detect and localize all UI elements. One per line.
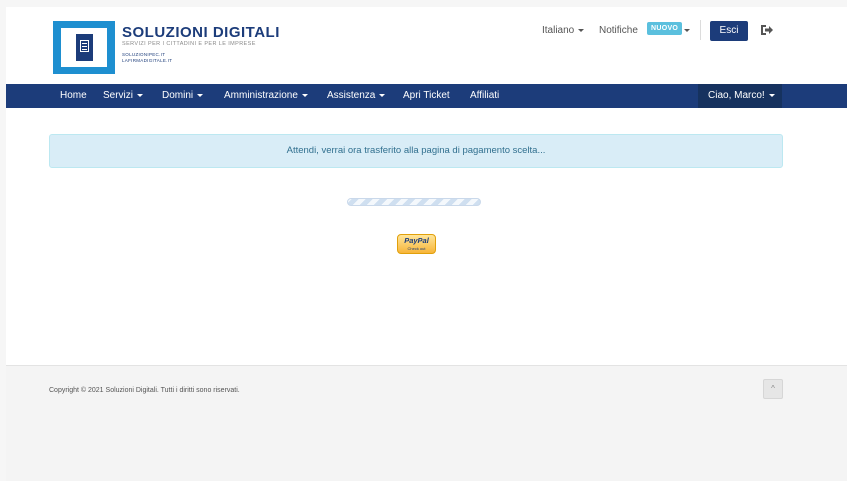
nav-label: Amministrazione xyxy=(224,90,298,101)
redirect-alert: Attendi, verrai ora trasferito alla pagi… xyxy=(49,134,783,168)
nav-servizi[interactable]: Servizi xyxy=(103,84,144,108)
paypal-logo-text: PayPal xyxy=(404,236,429,245)
brand-title: SOLUZIONI DIGITALI xyxy=(122,24,280,41)
paypal-checkout-button[interactable]: PayPal Check out xyxy=(397,234,436,254)
nav-amministrazione[interactable]: Amministrazione xyxy=(224,84,308,108)
notifications-link[interactable]: Notifiche xyxy=(599,25,638,36)
main-nav: Home Servizi Domini Amministrazione Assi… xyxy=(6,84,847,108)
footer: Copyright © 2021 Soluzioni Digitali. Tut… xyxy=(6,365,847,481)
paypal-checkout-text: Check out xyxy=(407,246,426,251)
logo[interactable] xyxy=(53,21,115,74)
chevron-down-icon xyxy=(301,93,308,97)
document-icon xyxy=(76,34,93,61)
notifications-badge: NUOVO xyxy=(647,22,683,35)
notifications-dropdown[interactable] xyxy=(680,25,690,36)
chevron-down-icon xyxy=(684,28,690,32)
back-to-top-button[interactable]: ^ xyxy=(763,379,783,399)
nav-label: Servizi xyxy=(103,90,134,101)
chevron-down-icon xyxy=(578,28,585,32)
nav-label: Home xyxy=(60,90,87,101)
nav-domini[interactable]: Domini xyxy=(162,84,204,108)
brand-link-pec[interactable]: SOLUZIONIPEC.IT xyxy=(122,52,165,57)
notifications-label: Notifiche xyxy=(599,25,638,36)
copyright-text: Copyright © 2021 Soluzioni Digitali. Tut… xyxy=(49,387,240,394)
logout-button[interactable]: Esci xyxy=(710,21,748,41)
chevron-down-icon xyxy=(768,93,775,97)
nav-home[interactable]: Home xyxy=(60,84,87,108)
nav-apri-ticket[interactable]: Apri Ticket xyxy=(403,84,450,108)
divider xyxy=(700,20,701,40)
chevron-down-icon xyxy=(137,93,144,97)
nav-label: Assistenza xyxy=(327,90,376,101)
brand-link-firma[interactable]: LAFIRMADIGITALE.IT xyxy=(122,58,172,63)
user-greeting: Ciao, Marco! xyxy=(708,90,765,101)
language-selector[interactable]: Italiano xyxy=(542,25,585,36)
header: SOLUZIONI DIGITALI SERVIZI PER I CITTADI… xyxy=(6,7,847,84)
chevron-up-icon: ^ xyxy=(771,384,775,393)
chevron-down-icon xyxy=(379,93,386,97)
language-label: Italiano xyxy=(542,25,575,36)
loading-progress-bar xyxy=(347,198,481,206)
nav-affiliati[interactable]: Affiliati xyxy=(470,84,499,108)
browser-strip xyxy=(0,0,847,7)
logo-frame xyxy=(61,28,107,67)
nav-label: Affiliati xyxy=(470,90,500,101)
page: SOLUZIONI DIGITALI SERVIZI PER I CITTADI… xyxy=(6,7,847,481)
nav-label: Domini xyxy=(162,90,194,101)
brand-subtitle: SERVIZI PER I CITTADINI E PER LE IMPRESE xyxy=(122,41,256,47)
user-menu[interactable]: Ciao, Marco! xyxy=(698,84,782,108)
nav-label: Apri Ticket xyxy=(403,90,450,101)
sign-out-icon[interactable] xyxy=(760,24,774,36)
chevron-down-icon xyxy=(197,93,204,97)
nav-assistenza[interactable]: Assistenza xyxy=(327,84,386,108)
